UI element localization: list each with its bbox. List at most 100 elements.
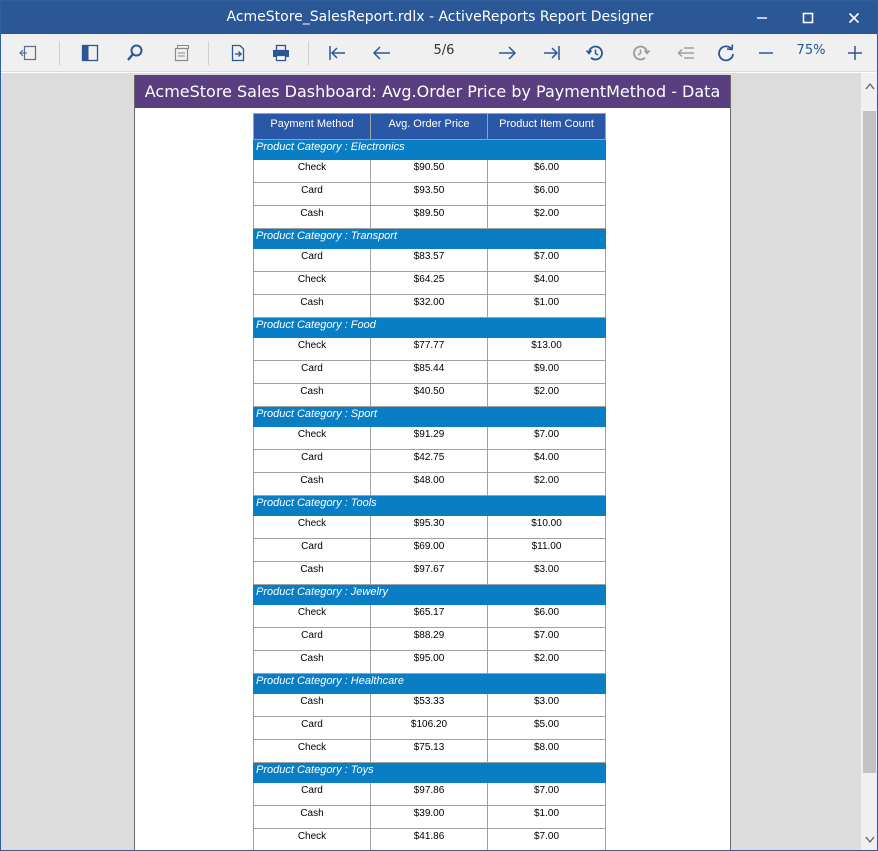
pages-button[interactable] (167, 39, 195, 67)
table-row: Cash $95.00 $2.00 (253, 650, 606, 674)
scroll-down-button[interactable] (861, 831, 877, 849)
product-item-count-cell: $1.00 (487, 805, 606, 829)
avg-order-price-cell: $90.50 (370, 159, 488, 183)
payment-method-cell: Card (253, 538, 371, 562)
export-icon (231, 44, 245, 62)
history-back-button[interactable] (581, 39, 609, 67)
refresh-icon (718, 44, 734, 62)
payment-method-cell: Check (253, 159, 371, 183)
avg-order-price-cell: $48.00 (370, 472, 488, 496)
close-icon (848, 12, 860, 23)
scrollbar-thumb[interactable] (863, 111, 876, 773)
previous-page-button[interactable] (368, 39, 396, 67)
sidebar-toggle-icon (19, 45, 37, 61)
payment-method-cell: Cash (253, 650, 371, 674)
avg-order-price-cell: $85.44 (370, 360, 488, 384)
title-bar: AcmeStore_SalesReport.rdlx - ActiveRepor… (1, 1, 877, 34)
avg-order-price-cell: $106.20 (370, 716, 488, 740)
product-item-count-cell: $2.00 (487, 650, 606, 674)
table-row: Cash $53.33 $3.00 (253, 693, 606, 717)
avg-order-price-cell: $91.29 (370, 426, 488, 450)
avg-order-price-cell: $32.00 (370, 294, 488, 318)
table-row: Card $85.44 $9.00 (253, 360, 606, 384)
payment-method-cell: Cash (253, 693, 371, 717)
product-item-count-cell: $10.00 (487, 515, 606, 539)
table-row: Check $65.17 $6.00 (253, 604, 606, 628)
group-header-row: Product Category : Toys (253, 762, 606, 783)
avg-order-price-cell: $95.30 (370, 515, 488, 539)
next-page-button[interactable] (493, 39, 521, 67)
pages-icon (174, 45, 189, 62)
product-item-count-cell: $7.00 (487, 627, 606, 651)
search-icon (127, 44, 143, 61)
payment-method-cell: Check (253, 828, 371, 850)
back-to-parent-button[interactable] (672, 39, 700, 67)
group-header-row: Product Category : Electronics (253, 139, 606, 160)
history-back-icon (585, 45, 603, 61)
avg-order-price-cell: $42.75 (370, 449, 488, 473)
history-forward-button[interactable] (627, 39, 655, 67)
first-page-button[interactable] (323, 39, 351, 67)
minimize-button[interactable] (739, 1, 785, 34)
product-item-count-cell: $3.00 (487, 561, 606, 585)
table-row: Cash $89.50 $2.00 (253, 205, 606, 229)
product-item-count-cell: $3.00 (487, 693, 606, 717)
table-row: Cash $48.00 $2.00 (253, 472, 606, 496)
payment-method-cell: Card (253, 782, 371, 806)
avg-order-price-cell: $65.17 (370, 604, 488, 628)
close-button[interactable] (831, 1, 877, 34)
zoom-level[interactable]: 75% (791, 43, 831, 58)
group-header-row: Product Category : Jewelry (253, 584, 606, 605)
payment-method-cell: Cash (253, 561, 371, 585)
table-row: Card $69.00 $11.00 (253, 538, 606, 562)
table-header-row: Payment Method Avg. Order Price Product … (253, 113, 606, 140)
group-header-label: Product Category : Jewelry (253, 584, 606, 605)
scroll-up-button[interactable] (861, 77, 877, 95)
payment-method-cell: Check (253, 426, 371, 450)
last-page-button[interactable] (538, 39, 566, 67)
payment-method-cell: Card (253, 248, 371, 272)
toolbar-separator (59, 41, 60, 65)
chevron-down-icon (865, 836, 875, 844)
panel-button[interactable] (76, 39, 104, 67)
table-row: Check $41.86 $7.00 (253, 828, 606, 850)
avg-order-price-cell: $83.57 (370, 248, 488, 272)
report-header-title: AcmeStore Sales Dashboard: Avg.Order Pri… (135, 75, 730, 108)
zoom-out-icon (759, 52, 773, 54)
payment-method-cell: Cash (253, 472, 371, 496)
product-item-count-cell: $2.00 (487, 205, 606, 229)
toolbar-separator (208, 41, 209, 65)
zoom-in-icon (848, 46, 862, 60)
report-table-body: Product Category : Electronics Check $90.5… (253, 139, 606, 850)
zoom-in-button[interactable] (841, 39, 869, 67)
table-row: Card $88.29 $7.00 (253, 627, 606, 651)
table-row: Cash $39.00 $1.00 (253, 805, 606, 829)
report-viewport[interactable]: AcmeStore Sales Dashboard: Avg.Order Pri… (1, 73, 861, 850)
group-header-label: Product Category : Transport (253, 228, 606, 249)
product-item-count-cell: $2.00 (487, 383, 606, 407)
zoom-out-button[interactable] (752, 39, 780, 67)
refresh-button[interactable] (712, 39, 740, 67)
maximize-icon (802, 12, 814, 23)
search-button[interactable] (121, 39, 149, 67)
product-item-count-cell: $6.00 (487, 604, 606, 628)
table-row: Cash $40.50 $2.00 (253, 383, 606, 407)
app-window: AcmeStore_SalesReport.rdlx - ActiveRepor… (0, 0, 878, 851)
payment-method-cell: Cash (253, 383, 371, 407)
sidebar-toggle-button[interactable] (15, 39, 43, 67)
page-indicator[interactable]: 5/6 (424, 43, 464, 58)
group-header-label: Product Category : Food (253, 317, 606, 338)
product-item-count-cell: $8.00 (487, 739, 606, 763)
table-row: Card $83.57 $7.00 (253, 248, 606, 272)
vertical-scrollbar[interactable] (861, 73, 877, 850)
avg-order-price-cell: $95.00 (370, 650, 488, 674)
maximize-button[interactable] (785, 1, 831, 34)
table-row: Cash $32.00 $1.00 (253, 294, 606, 318)
back-to-parent-icon (677, 47, 694, 59)
table-row: Cash $97.67 $3.00 (253, 561, 606, 585)
group-header-label: Product Category : Electronics (253, 139, 606, 160)
export-button[interactable] (223, 39, 251, 67)
chevron-up-icon (865, 82, 875, 90)
payment-method-cell: Card (253, 182, 371, 206)
print-button[interactable] (267, 39, 295, 67)
